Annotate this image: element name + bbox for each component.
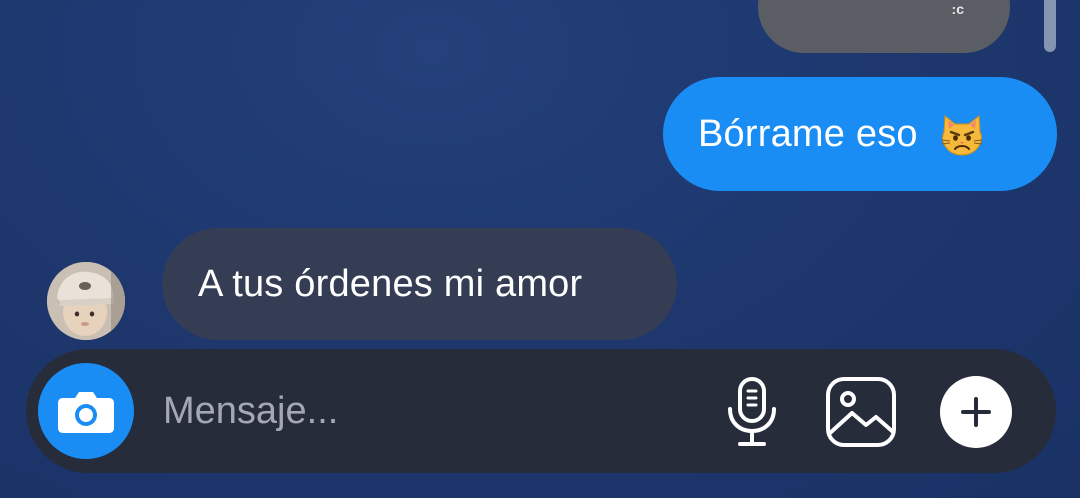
chat-thread[interactable]: :c Bórrame eso A tus órdenes mi amor Men… (0, 0, 1080, 498)
scrollbar[interactable] (1044, 0, 1056, 52)
previous-message-bubble[interactable]: :c (758, 0, 1010, 53)
avatar-image (47, 262, 125, 340)
message-composer (26, 349, 1056, 473)
gallery-button[interactable] (824, 375, 898, 449)
incoming-message-text: A tus órdenes mi amor (198, 262, 583, 305)
image-gallery-icon (826, 377, 896, 447)
microphone-button[interactable] (720, 375, 784, 449)
avatar[interactable] (47, 262, 125, 340)
plus-icon (961, 397, 991, 427)
previous-message-text: :c (951, 1, 964, 17)
pouting-cat-emoji-icon (941, 115, 982, 156)
outgoing-message-text: Bórrame eso (698, 112, 918, 155)
camera-icon (58, 392, 114, 433)
incoming-message-bubble[interactable]: A tus órdenes mi amor (162, 228, 677, 340)
plus-button[interactable] (940, 376, 1012, 448)
microphone-icon (728, 377, 776, 446)
outgoing-message-bubble[interactable]: Bórrame eso (663, 77, 1057, 191)
camera-button[interactable] (38, 363, 134, 459)
message-input[interactable] (163, 390, 663, 433)
